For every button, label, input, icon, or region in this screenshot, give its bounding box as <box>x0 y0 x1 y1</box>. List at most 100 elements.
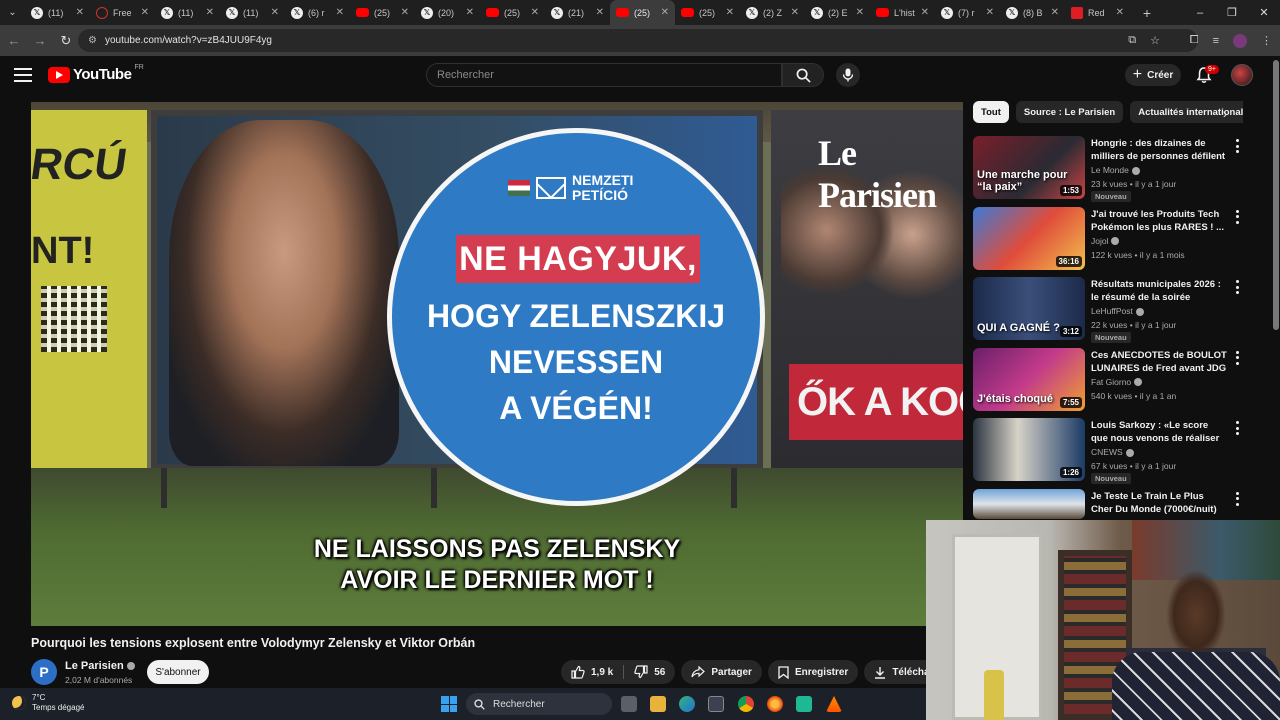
recommended-video-title[interactable]: Louis Sarkozy : «Le score que nous venon… <box>1091 419 1227 445</box>
more-options-icon[interactable] <box>1235 491 1239 506</box>
extensions-icon[interactable]: ⧠ <box>1190 34 1199 47</box>
save-button[interactable]: Enregistrer <box>767 660 859 684</box>
forward-arrow-icon[interactable]: → <box>28 29 52 53</box>
recommended-video-title[interactable]: Hongrie : des dizaines de milliers de pe… <box>1091 137 1227 163</box>
tab-close-icon[interactable]: ✕ <box>206 7 214 18</box>
recommended-channel[interactable]: CNEWS <box>1091 447 1134 457</box>
chip-source[interactable]: Source : Le Parisien <box>1015 101 1124 123</box>
vlc-icon[interactable] <box>826 696 842 712</box>
tab-close-icon[interactable]: ✕ <box>401 7 409 18</box>
browser-tab[interactable]: Free ✕ <box>90 0 155 25</box>
channel-name-row[interactable]: Le Parisien <box>65 660 135 672</box>
browser-tab[interactable]: (25) ✕ <box>610 0 675 25</box>
more-options-icon[interactable] <box>1235 209 1239 224</box>
search-box[interactable] <box>426 63 782 87</box>
youtube-logo[interactable]: YouTube FR <box>48 64 144 83</box>
edge-browser-icon[interactable] <box>679 696 695 712</box>
search-input[interactable] <box>437 69 781 81</box>
recommended-video[interactable]: J'étais choqué 7:55 Ces ANECDOTES de BOULO… <box>973 347 1273 412</box>
account-avatar[interactable] <box>1231 64 1253 86</box>
tab-close-icon[interactable]: ✕ <box>1116 7 1124 18</box>
browser-tab[interactable]: 𝕏 (20) ✕ <box>415 0 480 25</box>
more-options-icon[interactable] <box>1235 280 1239 294</box>
share-button[interactable]: Partager <box>681 660 762 684</box>
store-icon[interactable] <box>708 696 724 712</box>
recommended-video-title[interactable]: J'ai trouvé les Produits Tech Pokémon le… <box>1091 208 1227 234</box>
recommended-video[interactable]: 36:16 J'ai trouvé les Produits Tech Pokém… <box>973 206 1273 271</box>
minimize-button[interactable]: – <box>1184 0 1216 25</box>
task-view-icon[interactable] <box>621 696 637 712</box>
browser-menu-icon[interactable]: ⋮ <box>1261 34 1272 47</box>
page-scrollbar[interactable] <box>1273 60 1279 330</box>
tab-close-icon[interactable]: ✕ <box>921 7 929 18</box>
browser-tab[interactable]: 𝕏 (6) r ✕ <box>285 0 350 25</box>
tab-close-icon[interactable]: ✕ <box>336 7 344 18</box>
windows-start-icon[interactable] <box>441 696 457 712</box>
recommended-video-title[interactable]: Résultats municipales 2026 : le résumé d… <box>1091 278 1227 304</box>
tab-close-icon[interactable]: ✕ <box>531 7 539 18</box>
browser-tab[interactable]: (25) ✕ <box>350 0 415 25</box>
browser-tab[interactable]: 𝕏 (11) ✕ <box>155 0 220 25</box>
tab-close-icon[interactable]: ✕ <box>986 7 994 18</box>
video-thumbnail[interactable] <box>973 488 1085 519</box>
site-info-icon[interactable]: ⚙ <box>88 35 97 46</box>
profile-avatar[interactable] <box>1233 33 1247 48</box>
dislike-button[interactable]: 56 <box>624 665 675 679</box>
cast-icon[interactable]: ⧉ <box>1128 34 1136 47</box>
more-options-icon[interactable] <box>1235 139 1239 153</box>
tab-close-icon[interactable]: ✕ <box>661 7 669 18</box>
video-thumbnail[interactable]: Une marche pour “la paix” 1:53 <box>973 136 1085 199</box>
media-icon[interactable]: ≡ <box>1213 35 1219 47</box>
tab-close-icon[interactable]: ✕ <box>1051 7 1059 18</box>
chip-all[interactable]: Tout <box>973 101 1009 123</box>
browser-tab[interactable]: 𝕏 (11) ✕ <box>220 0 285 25</box>
firefox-icon[interactable] <box>767 696 783 712</box>
recommended-video[interactable]: Une marche pour “la paix” 1:53 Hongrie : d… <box>973 136 1273 202</box>
video-player[interactable]: RCÚ NT! ŐK A KOCKÁZ Le Parisien NEMZETI … <box>31 102 963 626</box>
voice-search-button[interactable] <box>836 63 860 87</box>
like-button[interactable]: 1,9 k <box>561 665 623 679</box>
bookmark-star-icon[interactable]: ☆ <box>1150 34 1160 47</box>
browser-tab[interactable]: 𝕏 (2) Z ✕ <box>740 0 805 25</box>
url-field[interactable]: ⚙ youtube.com/watch?v=zB4JUU9F4yg ⧉ ☆ <box>78 29 1198 52</box>
back-arrow-icon[interactable]: ← <box>2 29 26 53</box>
video-thumbnail[interactable]: J'étais choqué 7:55 <box>973 347 1085 411</box>
recommended-channel[interactable]: Jojol <box>1091 236 1120 246</box>
tab-close-icon[interactable]: ✕ <box>726 7 734 18</box>
tab-close-icon[interactable]: ✕ <box>271 7 279 18</box>
chrome-icon[interactable] <box>738 696 754 712</box>
browser-tab[interactable]: Red ✕ <box>1065 0 1130 25</box>
channel-name[interactable]: Le Parisien <box>65 660 124 672</box>
recommended-video[interactable]: 1:26 Louis Sarkozy : «Le score que nous v… <box>973 418 1273 484</box>
browser-tab[interactable]: 𝕏 (21) ✕ <box>545 0 610 25</box>
more-options-icon[interactable] <box>1235 421 1239 435</box>
tab-close-icon[interactable]: ✕ <box>141 7 149 18</box>
tab-search-chevron-icon[interactable]: ⌄ <box>0 0 25 25</box>
close-window-button[interactable]: ✕ <box>1248 0 1280 25</box>
tab-close-icon[interactable]: ✕ <box>76 7 84 18</box>
recommended-channel[interactable]: Le Monde <box>1091 165 1140 175</box>
browser-tab[interactable]: 𝕏 (8) B ✕ <box>1000 0 1065 25</box>
create-button[interactable]: + Créer <box>1125 64 1181 86</box>
browser-tab[interactable]: 𝕏 (7) r ✕ <box>935 0 1000 25</box>
video-thumbnail[interactable]: 1:26 <box>973 418 1085 481</box>
reload-icon[interactable]: ↻ <box>54 29 78 53</box>
weather-widget[interactable]: 7°C Temps dégagé <box>12 693 84 713</box>
recommended-channel[interactable]: LeHuffPost <box>1091 306 1144 316</box>
more-options-icon[interactable] <box>1235 350 1239 365</box>
video-thumbnail[interactable]: 36:16 <box>973 206 1085 270</box>
tab-close-icon[interactable]: ✕ <box>596 7 604 18</box>
recommended-video[interactable]: QUI A GAGNÉ ? 3:12 Résultats municipales 2… <box>973 277 1273 343</box>
taskbar-search[interactable]: Rechercher <box>466 693 612 715</box>
tab-close-icon[interactable]: ✕ <box>791 7 799 18</box>
tab-close-icon[interactable]: ✕ <box>856 7 864 18</box>
recommended-channel[interactable]: Fat Giorno <box>1091 377 1143 387</box>
app-icon[interactable] <box>796 696 812 712</box>
new-tab-button[interactable]: + <box>1136 5 1158 21</box>
chevron-right-icon[interactable]: › <box>1218 106 1232 121</box>
file-explorer-icon[interactable] <box>650 696 666 712</box>
tab-close-icon[interactable]: ✕ <box>466 7 474 18</box>
recommended-video-title[interactable]: Je Teste Le Train Le Plus Cher Du Monde … <box>1091 490 1227 516</box>
search-button[interactable] <box>782 63 824 87</box>
video-thumbnail[interactable]: QUI A GAGNÉ ? 3:12 <box>973 277 1085 340</box>
